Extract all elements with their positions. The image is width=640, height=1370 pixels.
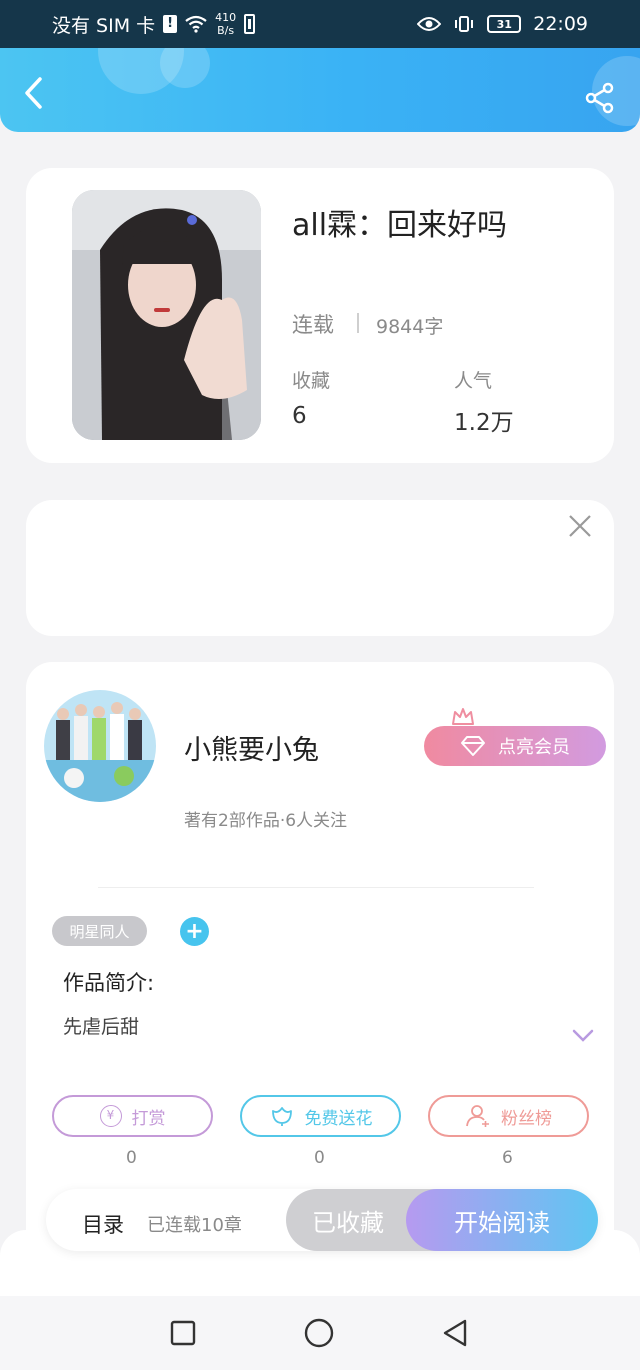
member-button-label: 点亮会员	[498, 737, 570, 758]
cover-photo	[72, 190, 261, 440]
intro-text: 先虐后甜	[63, 1016, 140, 1038]
favorites-value: 6	[292, 403, 307, 429]
chevron-down-icon[interactable]	[572, 1029, 594, 1043]
add-tag-button[interactable]: +	[180, 917, 209, 946]
fan-count: 6	[502, 1148, 513, 1168]
carrier-label: 没有 SIM 卡	[52, 14, 156, 37]
word-count: 9844字	[376, 316, 444, 338]
book-cover-image[interactable]	[72, 190, 261, 440]
tip-button[interactable]: ¥ 打赏	[52, 1095, 213, 1137]
chevron-left-icon[interactable]	[22, 76, 46, 110]
vibrate-icon	[455, 16, 474, 32]
favorites-label: 收藏	[292, 370, 331, 392]
system-nav-bar	[0, 1296, 640, 1370]
send-flower-button[interactable]: 免费送花	[240, 1095, 401, 1137]
fan-rank-button[interactable]: 粉丝榜	[428, 1095, 589, 1137]
genre-tag[interactable]: 明星同人	[52, 916, 147, 946]
book-status: 连载	[292, 313, 334, 337]
battery-alert-icon	[244, 14, 256, 34]
flower-count: 0	[314, 1148, 325, 1168]
battery-icon: 31	[487, 15, 522, 33]
battery-level: 31	[496, 17, 512, 31]
toc-button[interactable]: 目录	[82, 1209, 124, 1239]
home-icon[interactable]	[304, 1318, 334, 1348]
tip-count: 0	[126, 1148, 137, 1168]
diamond-icon	[461, 736, 485, 756]
divider	[98, 887, 534, 888]
net-speed-value: 410	[215, 11, 237, 24]
intro-label: 作品简介:	[63, 971, 155, 995]
wifi-icon	[185, 15, 207, 33]
member-button[interactable]: 点亮会员	[424, 726, 606, 766]
author-stats: 著有2部作品·6人关注	[184, 811, 348, 831]
author-avatar[interactable]	[44, 690, 156, 802]
clock: 22:09	[533, 13, 588, 35]
net-speed-unit: B/s	[217, 24, 235, 37]
top-bar	[0, 48, 640, 132]
tip-label: 打赏	[131, 1108, 166, 1129]
popularity-label: 人气	[454, 370, 493, 392]
user-icon	[466, 1105, 489, 1127]
back-nav-icon[interactable]	[441, 1318, 469, 1348]
start-reading-label: 开始阅读	[454, 1208, 550, 1237]
sim-alert-icon: !	[163, 15, 178, 33]
recent-apps-icon[interactable]	[170, 1320, 196, 1346]
eye-icon	[417, 17, 442, 31]
crown-icon	[452, 708, 474, 725]
yen-icon: ¥	[99, 1105, 122, 1127]
author-name[interactable]: 小熊要小兔	[184, 728, 319, 767]
fan-rank-label: 粉丝榜	[501, 1108, 552, 1129]
net-speed: 410 B/s	[215, 11, 236, 37]
chapter-count: 已连载10章	[147, 1215, 242, 1236]
divider	[357, 313, 359, 333]
book-title: all霖：回来好吗	[292, 208, 508, 243]
close-icon[interactable]	[568, 514, 592, 538]
status-bar: 没有 SIM 卡 ! 410 B/s 31 22:09	[0, 0, 640, 48]
collected-label: 已收藏	[312, 1208, 384, 1237]
popularity-value: 1.2万	[454, 410, 514, 436]
flower-icon	[271, 1107, 292, 1126]
share-icon[interactable]	[584, 82, 616, 114]
send-flower-label: 免费送花	[304, 1108, 373, 1129]
avatar-image	[44, 690, 156, 802]
start-reading-button[interactable]: 开始阅读	[406, 1189, 598, 1251]
ad-card	[26, 500, 614, 636]
genre-tag-label: 明星同人	[69, 922, 130, 941]
